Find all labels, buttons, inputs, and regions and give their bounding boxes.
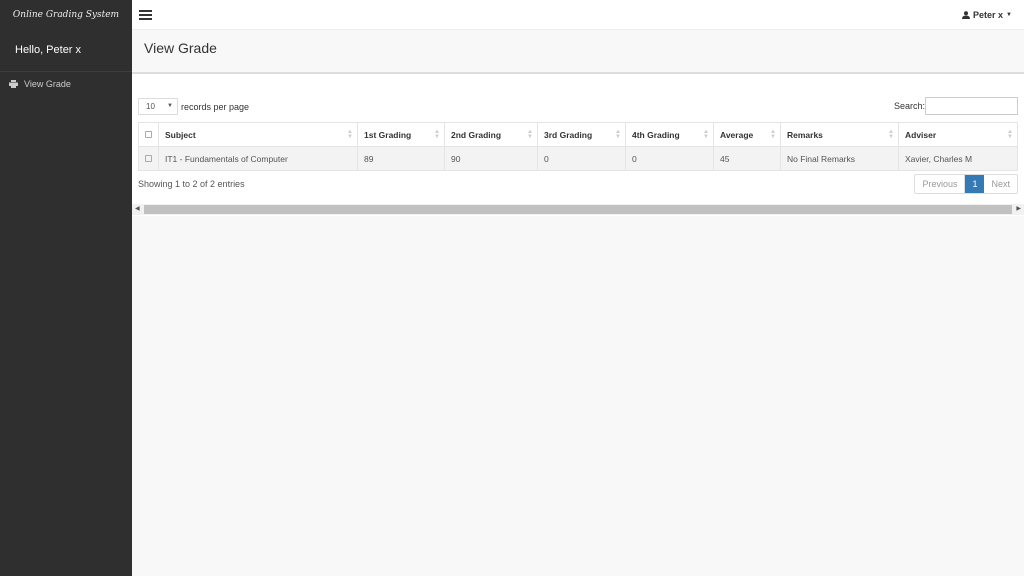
column-1st-grading[interactable]: 1st Grading ▲ ▼ bbox=[357, 122, 445, 147]
cell-2nd-grading: 90 bbox=[444, 146, 538, 171]
greeting: Hello, Peter x bbox=[0, 30, 132, 72]
column-label: 4th Grading bbox=[632, 129, 680, 140]
search-label: Search: bbox=[893, 101, 925, 111]
table-info: Showing 1 to 2 of 2 entries bbox=[138, 179, 245, 189]
records-per-page-select[interactable]: 10 ▼ bbox=[138, 98, 178, 115]
records-per-page-label: records per page bbox=[181, 101, 250, 112]
next-button[interactable]: Next bbox=[984, 175, 1017, 193]
grades-table: Subject ▲ ▼ 1st Grading ▲ ▼ 2nd Grading ▲ ▼ 3r… bbox=[138, 122, 1018, 171]
column-label: Average bbox=[720, 129, 754, 140]
scroll-left-icon[interactable]: ◀ bbox=[135, 204, 140, 215]
user-name: Peter x bbox=[973, 10, 1004, 20]
sidebar: Online Grading System Hello, Peter x Vie… bbox=[0, 0, 132, 576]
brand-logo[interactable]: Online Grading System bbox=[0, 0, 132, 30]
cell-remarks: No Final Remarks bbox=[780, 146, 899, 171]
horizontal-scrollbar[interactable]: ◀ ▶ bbox=[132, 204, 1024, 215]
page-header: View Grade bbox=[132, 30, 1024, 74]
scrollbar-thumb[interactable] bbox=[144, 205, 1012, 214]
grades-table-wrapper: 10 ▼ records per page Search: Subject ▲ ▼ 1… bbox=[132, 74, 1024, 216]
sort-icon: ▲ ▼ bbox=[347, 129, 353, 140]
caret-down-icon: ▼ bbox=[1006, 12, 1012, 18]
row-checkbox-cell[interactable] bbox=[138, 146, 159, 171]
checkbox[interactable] bbox=[145, 154, 152, 162]
cell-3rd-grading: 0 bbox=[537, 146, 626, 171]
sidebar-item-view-grade[interactable]: View Grade bbox=[0, 72, 132, 96]
cell-4th-grading: 0 bbox=[625, 146, 714, 171]
column-label: 2nd Grading bbox=[451, 129, 502, 140]
page-title: View Grade bbox=[144, 40, 217, 56]
column-label: Adviser bbox=[905, 129, 937, 140]
cell-adviser: Xavier, Charles M bbox=[898, 146, 1018, 171]
print-icon bbox=[9, 80, 18, 88]
sort-icon: ▲ ▼ bbox=[770, 129, 776, 140]
table-header-row: Subject ▲ ▼ 1st Grading ▲ ▼ 2nd Grading ▲ ▼ 3r… bbox=[138, 122, 1018, 147]
select-value: 10 bbox=[146, 102, 155, 111]
search-input[interactable] bbox=[925, 97, 1018, 115]
column-3rd-grading[interactable]: 3rd Grading ▲ ▼ bbox=[537, 122, 626, 147]
sort-icon: ▲ ▼ bbox=[434, 129, 440, 140]
topbar: Peter x ▼ bbox=[132, 0, 1024, 30]
column-average[interactable]: Average ▲ ▼ bbox=[713, 122, 781, 147]
sort-icon: ▲ ▼ bbox=[888, 129, 894, 140]
menu-toggle-icon[interactable] bbox=[139, 10, 152, 22]
column-remarks[interactable]: Remarks ▲ ▼ bbox=[780, 122, 899, 147]
table-row[interactable]: IT1 - Fundamentals of Computer 89 90 0 0… bbox=[138, 146, 1018, 171]
sort-icon: ▲ ▼ bbox=[1007, 129, 1013, 140]
caret-down-icon: ▼ bbox=[167, 103, 173, 109]
sidebar-item-label: View Grade bbox=[24, 79, 71, 89]
column-4th-grading[interactable]: 4th Grading ▲ ▼ bbox=[625, 122, 714, 147]
user-icon bbox=[962, 11, 971, 19]
checkbox[interactable] bbox=[145, 130, 152, 138]
column-label: Remarks bbox=[787, 129, 823, 140]
column-label: 3rd Grading bbox=[544, 129, 593, 140]
previous-button[interactable]: Previous bbox=[915, 175, 966, 193]
cell-1st-grading: 89 bbox=[357, 146, 445, 171]
sort-icon: ▲ ▼ bbox=[615, 129, 621, 140]
page-1-button[interactable]: 1 bbox=[965, 175, 985, 193]
column-label: Subject bbox=[165, 129, 196, 140]
user-menu[interactable]: Peter x ▼ bbox=[962, 10, 1012, 20]
sort-icon: ▲ ▼ bbox=[703, 129, 709, 140]
select-all-checkbox-cell[interactable] bbox=[138, 122, 159, 147]
column-2nd-grading[interactable]: 2nd Grading ▲ ▼ bbox=[444, 122, 538, 147]
pagination: Previous 1 Next bbox=[914, 174, 1018, 194]
column-label: 1st Grading bbox=[364, 129, 412, 140]
cell-average: 45 bbox=[713, 146, 781, 171]
cell-subject: IT1 - Fundamentals of Computer bbox=[158, 146, 358, 171]
column-subject[interactable]: Subject ▲ ▼ bbox=[158, 122, 358, 147]
sort-icon: ▲ ▼ bbox=[527, 129, 533, 140]
column-adviser[interactable]: Adviser ▲ ▼ bbox=[898, 122, 1018, 147]
scroll-right-icon[interactable]: ▶ bbox=[1016, 204, 1021, 215]
